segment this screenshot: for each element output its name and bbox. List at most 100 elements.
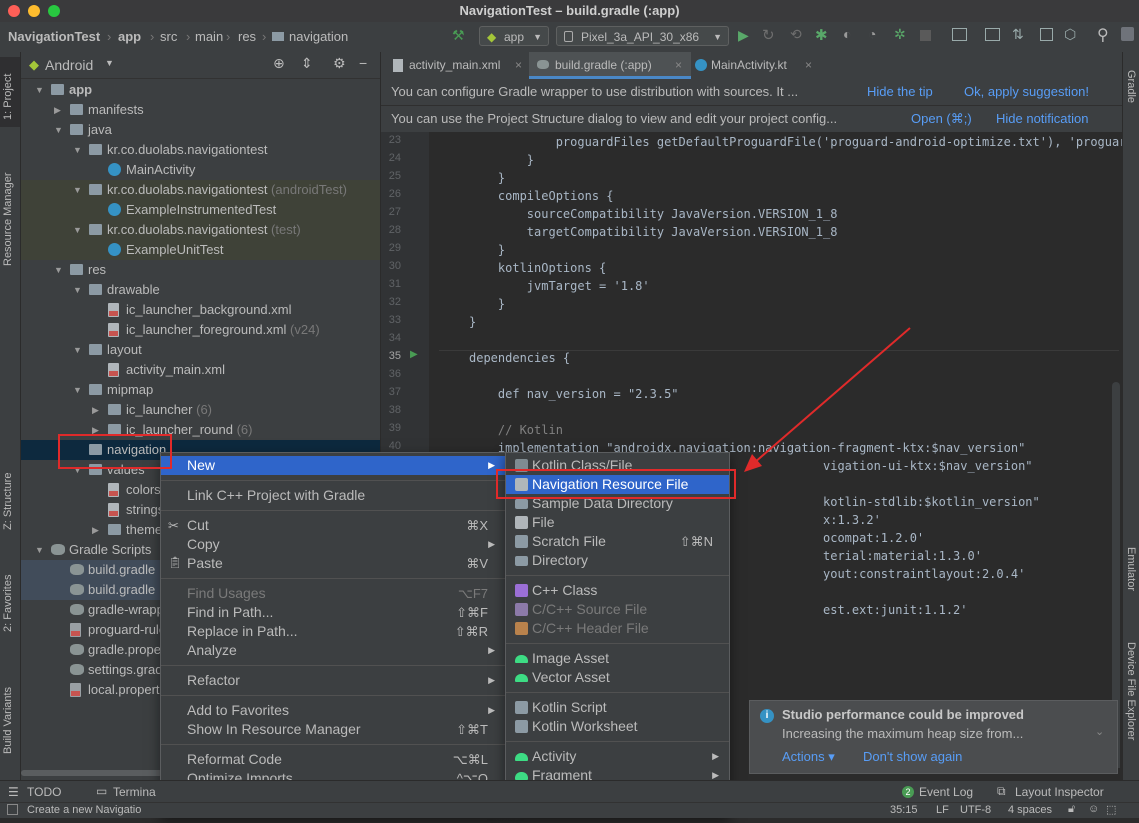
breadcrumb-main[interactable]: main <box>195 29 223 44</box>
chevron-down-icon[interactable]: ▼ <box>73 280 83 300</box>
tree-item[interactable]: ▼ layout <box>21 340 380 360</box>
tree-item[interactable]: ▶ ic_launcher (6) <box>21 400 380 420</box>
tree-item[interactable]: ▼ mipmap <box>21 380 380 400</box>
chevron-down-icon[interactable]: ▼ <box>54 120 64 140</box>
event-log-tool[interactable]: Event Log <box>919 785 973 799</box>
hide-notification-link[interactable]: Hide notification <box>996 106 1089 132</box>
menu-item-find-in-path[interactable]: Find in Path... ⇧⌘F <box>161 603 505 622</box>
tree-item[interactable]: ▼ kr.co.duolabs.navigationtest (androidTe… <box>21 180 380 200</box>
chevron-down-icon[interactable]: ▼ <box>73 380 83 400</box>
rerun-icon[interactable]: ↻ <box>762 26 775 44</box>
tab-build-gradle[interactable]: build.gradle (:app) × <box>529 52 691 79</box>
toggle-tool-windows-icon[interactable] <box>7 804 18 815</box>
menu-item-cut[interactable]: Cut ✂ ⌘X <box>161 516 505 535</box>
sync-gradle-icon[interactable]: ⇅ <box>1012 26 1025 42</box>
chevron-down-icon[interactable]: ▼ <box>73 140 83 160</box>
menu-item-c-c-source-file[interactable]: C/C++ Source File <box>506 600 729 619</box>
tool-structure[interactable]: Z: Structure <box>2 473 14 530</box>
memory-icon[interactable]: ⬚ <box>1106 803 1116 816</box>
chevron-right-icon[interactable]: ▶ <box>92 520 102 540</box>
tree-item[interactable]: ic_launcher_background.xml <box>21 300 380 320</box>
menu-item-kotlin-worksheet[interactable]: Kotlin Worksheet <box>506 717 729 736</box>
hide-panel-icon[interactable]: − <box>359 55 367 71</box>
tree-item[interactable]: ▼ app <box>21 80 380 100</box>
locate-icon[interactable]: ⊕ <box>273 55 285 72</box>
tool-device-file-explorer[interactable]: Device File Explorer <box>1125 642 1137 740</box>
open-project-structure-link[interactable]: Open (⌘;) <box>911 106 972 132</box>
project-structure-icon[interactable] <box>1040 28 1053 41</box>
expand-icon[interactable]: ⌄ <box>1095 725 1104 738</box>
menu-item-new[interactable]: New ▶ <box>161 456 505 475</box>
apply-suggestion-link[interactable]: Ok, apply suggestion! <box>964 79 1089 105</box>
tree-item[interactable]: ▼ java <box>21 120 380 140</box>
breadcrumb-res[interactable]: res <box>238 29 256 44</box>
menu-item-reformat-code[interactable]: Reformat Code ⌥⌘L <box>161 750 505 769</box>
sdk-manager-icon[interactable] <box>985 28 1000 41</box>
chevron-down-icon[interactable]: ▼ <box>73 340 83 360</box>
menu-item-add-to-favorites[interactable]: Add to Favorites ▶ <box>161 701 505 720</box>
debug-icon[interactable]: ✱ <box>815 26 828 44</box>
apply-changes-icon[interactable]: ⟲ <box>790 26 803 42</box>
breadcrumb-src[interactable]: src <box>160 29 177 44</box>
stop-icon[interactable] <box>920 30 931 41</box>
tool-build-variants[interactable]: Build Variants <box>2 687 14 754</box>
chevron-right-icon[interactable]: ▶ <box>54 100 64 120</box>
tool-favorites[interactable]: 2: Favorites <box>2 575 14 632</box>
menu-item-activity[interactable]: Activity ▶ <box>506 747 729 766</box>
avd-manager-icon[interactable] <box>952 28 967 41</box>
chevron-down-icon[interactable]: ▼ <box>73 220 83 240</box>
menu-item-replace-in-path[interactable]: Replace in Path... ⇧⌘R <box>161 622 505 641</box>
run-gutter-icon[interactable]: ▶ <box>410 349 418 360</box>
menu-item-kotlin-script[interactable]: Kotlin Script <box>506 698 729 717</box>
tree-item[interactable]: activity_main.xml <box>21 360 380 380</box>
menu-item-directory[interactable]: Directory <box>506 551 729 570</box>
tab-main-activity[interactable]: MainActivity.kt × <box>693 52 818 79</box>
menu-item-vector-asset[interactable]: Vector Asset <box>506 668 729 687</box>
tab-activity-main[interactable]: activity_main.xml × <box>387 52 527 79</box>
layout-inspector-icon[interactable]: ⬡ <box>1064 26 1077 42</box>
account-icon[interactable] <box>1121 27 1134 41</box>
chevron-down-icon[interactable]: ▼ <box>105 58 114 68</box>
menu-item-file[interactable]: File <box>506 513 729 532</box>
breadcrumb-project[interactable]: NavigationTest <box>8 29 100 44</box>
breadcrumb-navigation[interactable]: navigation <box>289 29 348 44</box>
notification-actions-link[interactable]: Actions ▾ <box>782 749 835 765</box>
tree-item[interactable]: ▼ res <box>21 260 380 280</box>
menu-item-show-in-resource-manager[interactable]: Show In Resource Manager ⇧⌘T <box>161 720 505 739</box>
tree-item[interactable]: ▼ kr.co.duolabs.navigationtest (test) <box>21 220 380 240</box>
chevron-down-icon[interactable]: ▼ <box>54 260 64 280</box>
menu-item-analyze[interactable]: Analyze ▶ <box>161 641 505 660</box>
run-icon[interactable]: ▶ <box>738 27 751 43</box>
breadcrumb-module[interactable]: app <box>118 29 141 44</box>
close-icon[interactable]: × <box>675 52 682 79</box>
menu-item-scratch-file[interactable]: Scratch File ⇧⌘N <box>506 532 729 551</box>
gear-icon[interactable]: ⚙ <box>333 55 346 72</box>
menu-item-copy[interactable]: Copy ▶ <box>161 535 505 554</box>
chevron-right-icon[interactable]: ▶ <box>92 400 102 420</box>
hammer-icon[interactable]: ⚒ <box>452 27 465 43</box>
hide-tip-link[interactable]: Hide the tip <box>867 79 933 105</box>
chevron-down-icon[interactable]: ▼ <box>73 180 83 200</box>
run-config-dropdown[interactable]: ◆ app ▼ <box>479 26 549 46</box>
lock-icon[interactable]: 🔓︎ <box>1068 803 1075 816</box>
attach-debugger-icon[interactable]: ✲ <box>894 26 907 42</box>
close-icon[interactable]: × <box>515 52 522 79</box>
todo-tool[interactable]: TODO <box>27 785 61 799</box>
terminal-tool[interactable]: Termina <box>113 785 156 799</box>
inspection-icon[interactable]: ☺ <box>1088 803 1099 815</box>
tool-resource-manager[interactable]: Resource Manager <box>2 172 14 266</box>
layout-inspector-tool[interactable]: Layout Inspector <box>1015 785 1104 799</box>
tree-item[interactable]: ExampleUnitTest <box>21 240 380 260</box>
coverage-icon[interactable]: ◐ <box>843 26 856 42</box>
dont-show-again-link[interactable]: Don't show again <box>863 749 962 764</box>
tool-project[interactable]: 1: Project <box>2 74 14 120</box>
menu-item-refactor[interactable]: Refactor ▶ <box>161 671 505 690</box>
tree-item[interactable]: ▶ manifests <box>21 100 380 120</box>
line-separator-indicator[interactable]: LF <box>936 804 949 816</box>
tree-item[interactable]: MainActivity <box>21 160 380 180</box>
indent-indicator[interactable]: 4 spaces <box>1008 804 1052 816</box>
menu-item-c-c-header-file[interactable]: C/C++ Header File <box>506 619 729 638</box>
caret-position[interactable]: 35:15 <box>890 804 918 816</box>
tree-item[interactable]: ic_launcher_foreground.xml (v24) <box>21 320 380 340</box>
encoding-indicator[interactable]: UTF-8 <box>960 804 991 816</box>
